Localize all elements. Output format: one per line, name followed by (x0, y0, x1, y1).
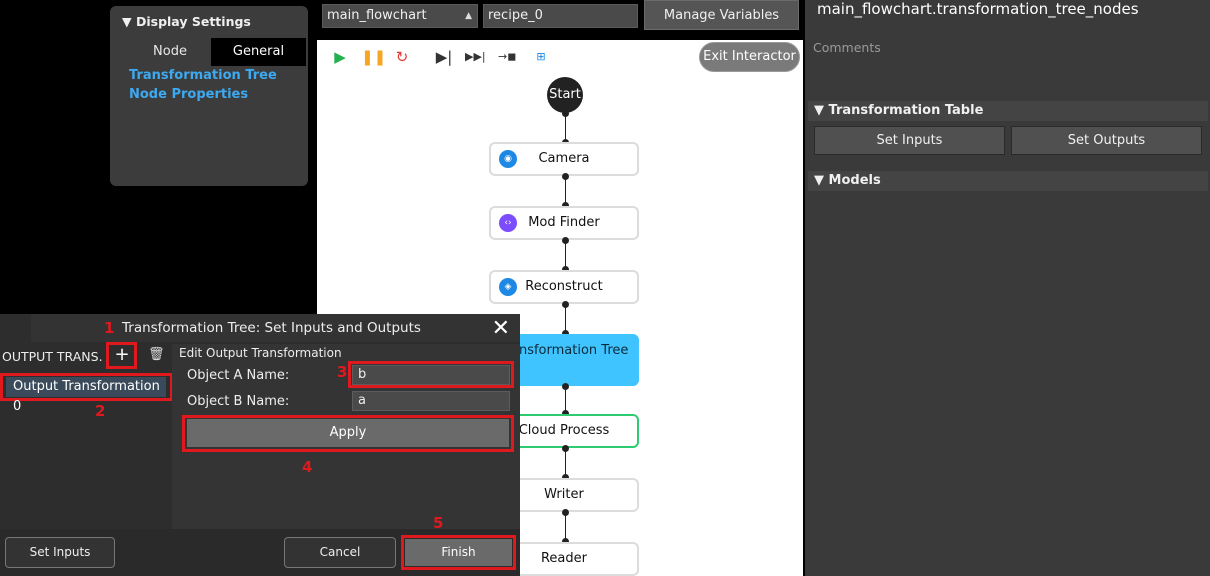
edge (562, 110, 569, 146)
edge (562, 509, 569, 545)
node-mod-finder[interactable]: ‹› Mod Finder (489, 206, 639, 240)
apply-button[interactable]: Apply (187, 419, 509, 447)
recipe-select-value: recipe_0 (488, 8, 543, 23)
set-outputs-button[interactable]: Set Outputs (1011, 126, 1202, 155)
restart-icon[interactable]: ↻ (393, 48, 411, 66)
edge (562, 237, 569, 273)
comments-label[interactable]: Comments (813, 40, 881, 55)
pause-icon[interactable]: ❚❚ (361, 48, 386, 66)
step-into-icon[interactable]: →◼ (498, 48, 516, 66)
section-title: Models (828, 173, 881, 188)
set-inputs-button[interactable]: Set Inputs (814, 126, 1005, 155)
recipe-select[interactable]: recipe_0 (483, 4, 638, 28)
edge (562, 301, 569, 337)
start-node[interactable]: Start (547, 77, 583, 113)
transformation-tree-link[interactable]: Transformation Tree (129, 68, 277, 83)
step-number: 4 (302, 458, 313, 476)
step-icon[interactable]: ▶| (435, 48, 453, 66)
node-path-title: main_flowchart.transformation_tree_nodes (817, 0, 1139, 18)
object-b-select[interactable]: a (352, 391, 510, 411)
cube-icon: ◈ (499, 278, 517, 296)
flowchart-select[interactable]: main_flowchart ▲ (322, 4, 478, 28)
tab-general[interactable]: General (211, 38, 306, 66)
object-b-value: a (358, 393, 366, 408)
node-label: Reconstruct (525, 279, 603, 294)
edge (562, 173, 569, 209)
display-settings-panel: ▼ Display Settings Node General Transfor… (110, 6, 308, 186)
transformation-table-header[interactable]: ▼ Transformation Table (808, 101, 1208, 121)
object-b-label: Object B Name: (187, 394, 290, 409)
object-a-label: Object A Name: (187, 368, 290, 383)
set-inputs-dialog-button[interactable]: Set Inputs (5, 537, 115, 568)
cancel-button[interactable]: Cancel (284, 537, 396, 568)
models-header[interactable]: ▼ Models (808, 171, 1208, 191)
finish-button[interactable]: Finish (405, 539, 512, 566)
node-camera[interactable]: ◉ Camera (489, 142, 639, 176)
output-transformation-item[interactable]: Output Transformation 0 (6, 377, 166, 414)
edit-output-header: Edit Output Transformation (179, 346, 342, 360)
manage-variables-button[interactable]: Manage Variables (644, 0, 799, 30)
trash-icon[interactable]: 🗑 (148, 347, 165, 362)
close-icon[interactable]: ✕ (492, 316, 510, 341)
node-label: Camera (538, 151, 590, 166)
object-a-select[interactable]: b (352, 365, 510, 385)
section-title: Transformation Table (828, 103, 984, 118)
play-icon[interactable]: ▶ (331, 48, 349, 66)
code-icon: ‹› (499, 214, 517, 232)
dialog-title: Transformation Tree: Set Inputs and Outp… (122, 320, 421, 336)
node-label: Mod Finder (528, 215, 600, 230)
output-list-pane (0, 344, 172, 529)
updown-arrow-icon: ▲ (465, 11, 472, 21)
node-reconstruct[interactable]: ◈ Reconstruct (489, 270, 639, 304)
add-icon[interactable]: + (112, 345, 132, 365)
fast-forward-icon[interactable]: ▶▶| (465, 48, 486, 66)
set-inputs-outputs-dialog: Transformation Tree: Set Inputs and Outp… (0, 314, 520, 576)
tab-node[interactable]: Node (120, 38, 220, 66)
properties-panel: main_flowchart.transformation_tree_nodes… (805, 0, 1210, 576)
display-settings-header[interactable]: ▼ Display Settings (122, 14, 251, 29)
step-number: 3 (337, 363, 348, 381)
object-a-value: b (358, 367, 367, 382)
step-number: 5 (433, 514, 444, 532)
flowchart-select-value: main_flowchart (327, 8, 427, 23)
exit-interactor-button[interactable]: Exit Interactor (699, 42, 800, 72)
display-settings-title: Display Settings (135, 14, 251, 29)
camera-icon: ◉ (499, 150, 517, 168)
output-trans-label: OUTPUT TRANS. (2, 349, 103, 364)
edge (562, 445, 569, 481)
node-properties-link[interactable]: Node Properties (129, 87, 248, 102)
step-number: 2 (95, 402, 106, 420)
network-icon[interactable]: ⊞ (532, 48, 550, 66)
step-number: 1 (104, 319, 115, 337)
edge (562, 383, 569, 417)
